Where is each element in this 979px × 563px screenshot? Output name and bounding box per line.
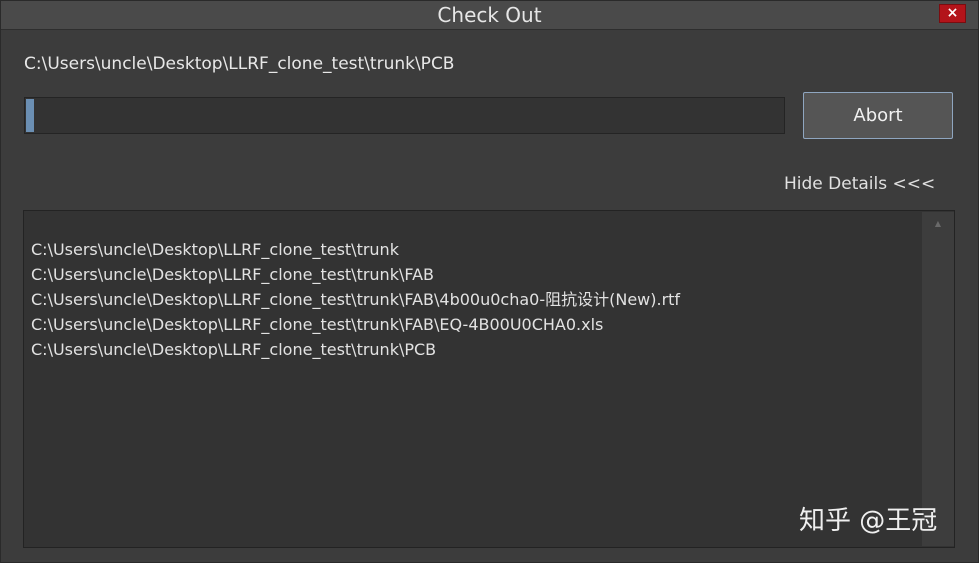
window-title: Check Out: [437, 3, 542, 27]
hide-details-link[interactable]: Hide Details <<<: [784, 171, 935, 197]
check-out-dialog: Check Out × C:\Users\uncle\Desktop\LLRF_…: [0, 0, 979, 563]
progress-bar: [24, 97, 785, 134]
list-item: C:\Users\uncle\Desktop\LLRF_clone_test\t…: [31, 265, 435, 284]
close-button[interactable]: ×: [939, 4, 966, 23]
list-item: C:\Users\uncle\Desktop\LLRF_clone_test\t…: [31, 340, 437, 359]
list-item: C:\Users\uncle\Desktop\LLRF_clone_test\t…: [31, 240, 399, 259]
close-icon: ×: [946, 5, 959, 21]
list-item: C:\Users\uncle\Desktop\LLRF_clone_test\t…: [31, 290, 681, 309]
current-path-label: C:\Users\uncle\Desktop\LLRF_clone_test\t…: [24, 54, 455, 74]
scroll-up-arrow-icon[interactable]: ▲: [922, 218, 954, 230]
details-list: C:\Users\uncle\Desktop\LLRF_clone_test\t…: [31, 237, 680, 362]
list-item: C:\Users\uncle\Desktop\LLRF_clone_test\t…: [31, 315, 604, 334]
watermark-text: 知乎 @王冠: [799, 506, 938, 536]
vertical-scrollbar[interactable]: ▲: [922, 212, 954, 546]
abort-button[interactable]: Abort: [803, 92, 953, 139]
progress-fill: [26, 99, 34, 132]
details-log[interactable]: C:\Users\uncle\Desktop\LLRF_clone_test\t…: [23, 210, 955, 548]
title-bar[interactable]: Check Out ×: [1, 1, 978, 30]
